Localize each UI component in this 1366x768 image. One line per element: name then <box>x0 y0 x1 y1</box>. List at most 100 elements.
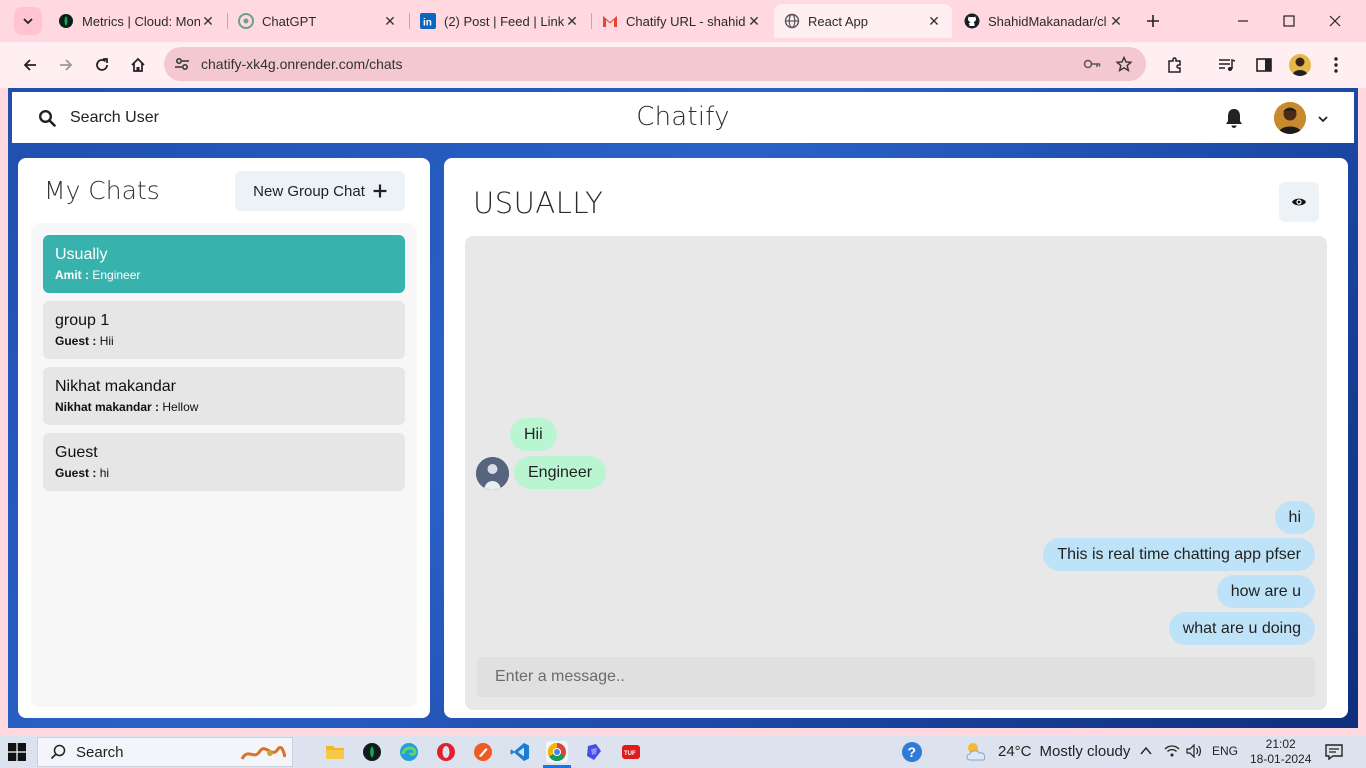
close-window-button[interactable] <box>1321 8 1349 34</box>
search-icon <box>50 744 66 760</box>
profile-button[interactable] <box>1286 51 1314 79</box>
language-indicator[interactable]: ENG <box>1212 744 1238 758</box>
notification-bell-icon[interactable] <box>1224 107 1244 129</box>
last-message-text: Hellow <box>162 400 199 414</box>
browser-tab[interactable]: in (2) Post | Feed | Linke ✕ <box>410 4 590 38</box>
browser-menu-button[interactable] <box>1322 51 1350 79</box>
reload-button[interactable] <box>88 51 116 79</box>
chatgpt-icon <box>238 13 254 29</box>
chat-panel: USUALLY Hii Engineer hi This is real tim… <box>444 158 1348 718</box>
last-message-sender: Nikhat makandar : <box>55 400 160 414</box>
my-chats-panel: My Chats New Group Chat Usually Amit : E… <box>18 158 430 718</box>
message-bubble-incoming: Hii <box>510 418 557 451</box>
new-group-chat-label: New Group Chat <box>253 182 365 200</box>
forward-button[interactable] <box>52 51 80 79</box>
last-message-text: hi <box>99 466 110 480</box>
puzzle-icon <box>1168 57 1181 73</box>
close-icon[interactable]: ✕ <box>382 13 398 29</box>
new-group-chat-button[interactable]: New Group Chat <box>235 171 405 211</box>
chat-name: Guest <box>55 444 98 461</box>
taskbar-search-box[interactable]: Search <box>37 737 293 767</box>
side-panel-button[interactable] <box>1250 51 1278 79</box>
close-icon[interactable]: ✕ <box>746 13 762 29</box>
home-button[interactable] <box>124 51 152 79</box>
vscode-icon[interactable] <box>509 741 531 763</box>
maximize-button[interactable] <box>1275 8 1303 34</box>
last-message-sender: Guest : <box>55 466 97 480</box>
last-message-text: Hii <box>99 334 114 348</box>
chat-page: Search User Chatify My Chats New Group C… <box>8 88 1358 728</box>
browser-tab[interactable]: ShahidMakanadar/cl ✕ <box>954 4 1134 38</box>
playlist-icon <box>1219 58 1236 71</box>
chat-list-item-nikhat-makandar[interactable]: Nikhat makandar Nikhat makandar : Hellow <box>43 367 405 425</box>
browser-tab[interactable]: ChatGPT ✕ <box>228 4 408 38</box>
sender-avatar[interactable] <box>476 457 509 490</box>
chevron-down-icon <box>23 18 33 25</box>
edge-browser-icon[interactable] <box>398 741 420 763</box>
close-icon[interactable]: ✕ <box>1108 13 1124 29</box>
app-header: Search User Chatify <box>12 92 1354 143</box>
minimize-button[interactable] <box>1229 8 1257 34</box>
tuf-app-icon[interactable]: TUF <box>620 741 642 763</box>
message-bubble-outgoing: how are u <box>1216 575 1315 608</box>
speaker-icon[interactable] <box>1186 743 1202 761</box>
file-explorer-icon[interactable] <box>324 741 346 763</box>
extensions-button[interactable] <box>1161 51 1189 79</box>
chat-title: USUALLY <box>473 186 604 220</box>
chat-name: Usually <box>55 246 108 263</box>
chat-list-item-group-1[interactable]: group 1 Guest : Hii <box>43 301 405 359</box>
close-icon[interactable]: ✕ <box>564 13 580 29</box>
notification-center-icon[interactable] <box>1323 741 1345 763</box>
plus-icon <box>373 184 387 198</box>
home-icon <box>131 57 145 72</box>
eye-icon <box>1292 198 1306 206</box>
tab-title: Chatify URL - shahid <box>626 13 746 29</box>
gmail-icon <box>602 13 618 29</box>
postman-icon[interactable] <box>472 741 494 763</box>
close-icon[interactable]: ✕ <box>926 13 942 29</box>
password-key-icon[interactable] <box>1082 55 1102 73</box>
chat-list-item-guest[interactable]: Guest Guest : hi <box>43 433 405 491</box>
browser-tab[interactable]: Chatify URL - shahid ✕ <box>592 4 772 38</box>
address-bar[interactable]: chatify-xk4g.onrender.com/chats <box>164 47 1146 81</box>
bookmark-star-icon[interactable] <box>1114 55 1134 73</box>
linkedin-icon: in <box>420 13 436 29</box>
site-settings-icon[interactable] <box>174 56 190 72</box>
side-panel-icon <box>1256 58 1272 72</box>
svg-text:in: in <box>423 18 432 29</box>
clock-date: 18-01-2024 <box>1250 752 1312 766</box>
taskbar-search-label: Search <box>76 743 124 761</box>
media-control-button[interactable] <box>1213 51 1241 79</box>
view-profile-button[interactable] <box>1279 182 1319 222</box>
opera-browser-icon[interactable] <box>435 741 457 763</box>
browser-tab[interactable]: Metrics | Cloud: Mon ✕ <box>48 4 226 38</box>
wifi-icon[interactable] <box>1164 745 1180 760</box>
message-area: Hii Engineer hi This is real time chatti… <box>465 236 1327 710</box>
close-icon[interactable]: ✕ <box>200 13 216 29</box>
browser-tab-active[interactable]: React App ✕ <box>774 4 952 38</box>
chat-list: Usually Amit : Engineer group 1 Guest : … <box>31 223 417 707</box>
weather-temperature: 24°C <box>998 742 1032 760</box>
message-bubble-outgoing: hi <box>1274 501 1315 534</box>
help-icon[interactable]: ? <box>901 741 923 763</box>
message-input[interactable] <box>477 657 1315 697</box>
chrome-icon[interactable] <box>546 741 568 763</box>
chevron-up-icon[interactable] <box>1140 745 1152 759</box>
globe-icon <box>784 13 800 29</box>
tab-search-button[interactable] <box>14 7 42 35</box>
mongodb-compass-icon[interactable] <box>361 741 383 763</box>
user-avatar[interactable] <box>1274 102 1306 134</box>
message-bubble-incoming: Engineer <box>514 456 607 489</box>
weather-widget[interactable]: 24°C Mostly cloudy <box>964 740 1130 762</box>
cloudy-weather-icon <box>966 743 986 761</box>
back-button[interactable] <box>16 51 44 79</box>
meet-app-icon[interactable] <box>583 741 605 763</box>
windows-start-icon[interactable] <box>8 743 26 761</box>
weather-condition: Mostly cloudy <box>1039 742 1131 760</box>
chat-list-item-usually[interactable]: Usually Amit : Engineer <box>43 235 405 293</box>
chevron-down-icon[interactable] <box>1317 112 1329 124</box>
search-highlight-image <box>240 741 287 765</box>
taskbar-clock[interactable]: 21:02 18-01-2024 <box>1250 737 1311 767</box>
new-tab-button[interactable] <box>1142 10 1164 32</box>
mongodb-leaf-icon <box>58 13 74 29</box>
